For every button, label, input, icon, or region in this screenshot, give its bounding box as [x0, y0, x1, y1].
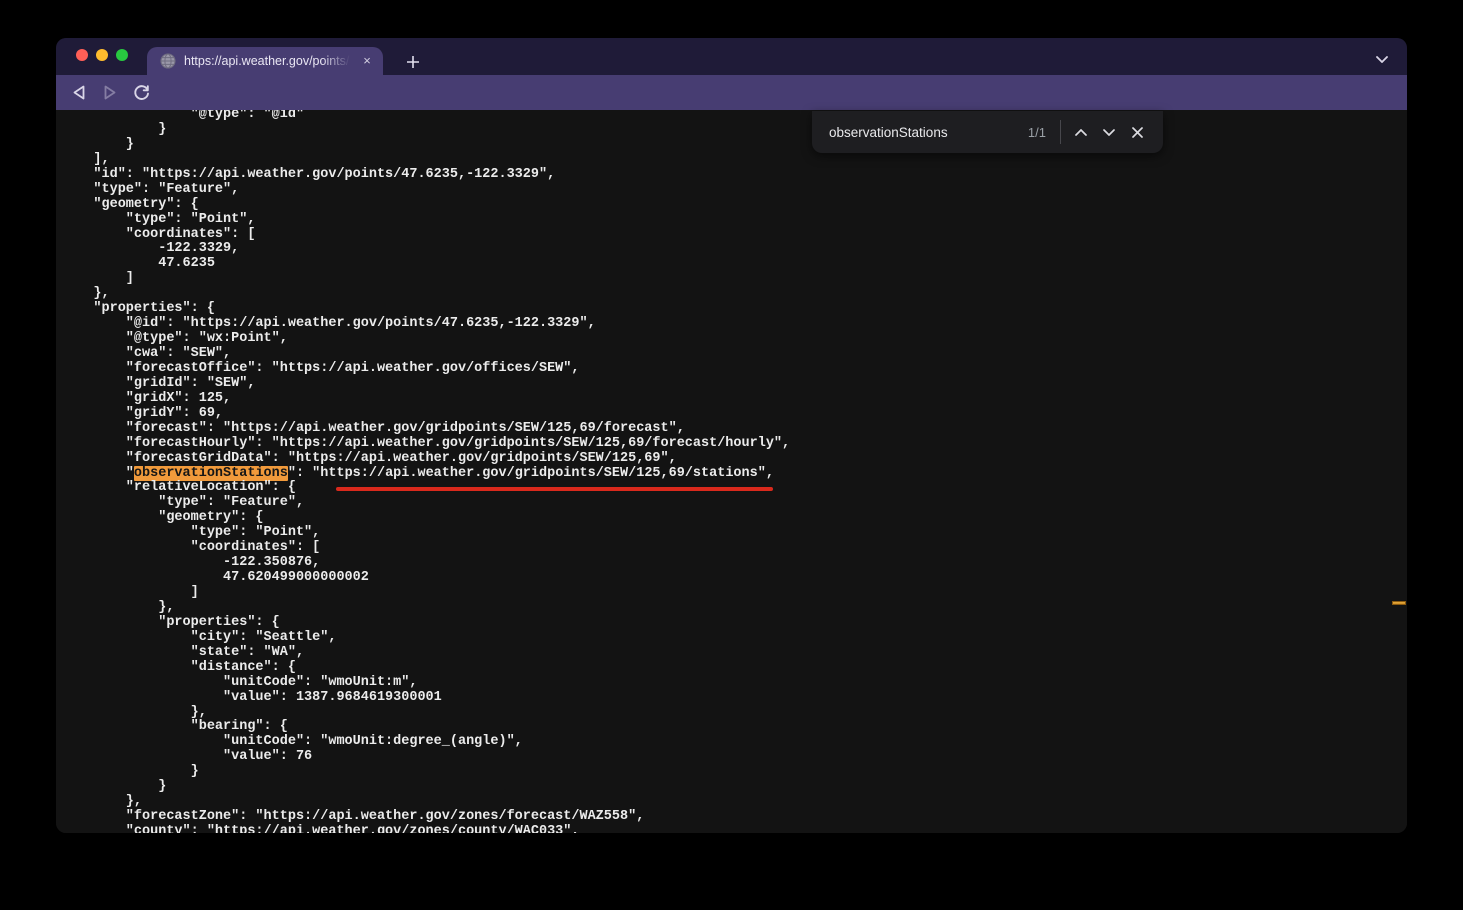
minimize-window-button[interactable]: [96, 49, 108, 61]
json-line: "distance": {: [61, 661, 1407, 676]
window-controls: [76, 49, 128, 61]
json-line: "coordinates": [: [61, 541, 1407, 556]
tab-title: https://api.weather.gov/points/47.6235,-…: [184, 54, 352, 68]
json-line: },: [61, 795, 1407, 810]
find-bar: observationStations 1/1: [812, 111, 1163, 153]
globe-favicon-icon: [160, 53, 176, 69]
json-line: -122.3329,: [61, 242, 1407, 257]
tab-strip: https://api.weather.gov/points/47.6235,-…: [56, 38, 1407, 75]
json-line: "id": "https://api.weather.gov/points/47…: [61, 168, 1407, 183]
json-line: "forecastOffice": "https://api.weather.g…: [61, 362, 1407, 377]
json-line: "type": "Point",: [61, 213, 1407, 228]
new-tab-button[interactable]: [401, 50, 425, 74]
json-line: }: [61, 780, 1407, 795]
json-line: "forecastHourly": "https://api.weather.g…: [61, 437, 1407, 452]
json-line: "unitCode": "wmoUnit:m",: [61, 676, 1407, 691]
json-line: }: [61, 123, 1407, 138]
forward-button[interactable]: [96, 79, 124, 107]
find-next-icon[interactable]: [1095, 118, 1123, 146]
json-line: "observationStations": "https://api.weat…: [61, 467, 1407, 482]
json-line: "properties": {: [61, 302, 1407, 317]
find-input[interactable]: observationStations: [829, 125, 1028, 140]
json-line: }: [61, 765, 1407, 780]
json-line: "geometry": {: [61, 198, 1407, 213]
json-line: },: [61, 601, 1407, 616]
back-button[interactable]: [65, 79, 93, 107]
scrollbar-find-marker: [1392, 601, 1406, 605]
json-line: "@id": "https://api.weather.gov/points/4…: [61, 317, 1407, 332]
json-line: "gridX": 125,: [61, 392, 1407, 407]
navigation-toolbar: api.weather.gov/points/47.6235,-122.3329: [56, 75, 1407, 110]
json-line: "city": "Seattle",: [61, 631, 1407, 646]
json-line: "value": 1387.9684619300001: [61, 691, 1407, 706]
json-line: "cwa": "SEW",: [61, 347, 1407, 362]
json-line: "@type": "@id": [61, 110, 1407, 123]
json-line: "forecast": "https://api.weather.gov/gri…: [61, 422, 1407, 437]
json-line: }: [61, 138, 1407, 153]
json-line: "forecastGridData": "https://api.weather…: [61, 452, 1407, 467]
tab-close-icon[interactable]: ×: [359, 53, 375, 69]
json-line: "type": "Point",: [61, 526, 1407, 541]
page-content: "@type": "@id" } } ], "id": "https://api…: [56, 110, 1407, 833]
close-window-button[interactable]: [76, 49, 88, 61]
find-match-count: 1/1: [1028, 125, 1046, 140]
json-line: "@type": "wx:Point",: [61, 332, 1407, 347]
json-line: "forecastZone": "https://api.weather.gov…: [61, 810, 1407, 825]
browser-tab[interactable]: https://api.weather.gov/points/47.6235,-…: [147, 47, 383, 75]
json-line: "coordinates": [: [61, 228, 1407, 243]
json-line: ]: [61, 586, 1407, 601]
json-line: "type": "Feature",: [61, 183, 1407, 198]
json-line: "gridId": "SEW",: [61, 377, 1407, 392]
json-line: 47.620499000000002: [61, 571, 1407, 586]
red-underline-annotation: [336, 487, 773, 491]
reload-button[interactable]: [127, 79, 155, 107]
json-content: "@type": "@id" } } ], "id": "https://api…: [56, 110, 1407, 833]
json-line: "properties": {: [61, 616, 1407, 631]
json-line: "unitCode": "wmoUnit:degree_(angle)",: [61, 735, 1407, 750]
json-line: "bearing": {: [61, 720, 1407, 735]
json-line: "geometry": {: [61, 511, 1407, 526]
json-line: "type": "Feature",: [61, 496, 1407, 511]
json-line: "value": 76: [61, 750, 1407, 765]
json-line: "county": "https://api.weather.gov/zones…: [61, 825, 1407, 833]
browser-window: https://api.weather.gov/points/47.6235,-…: [56, 38, 1407, 833]
tab-search-chevron-icon[interactable]: [1371, 49, 1393, 69]
find-previous-icon[interactable]: [1067, 118, 1095, 146]
json-line: 47.6235: [61, 257, 1407, 272]
json-line: "gridY": 69,: [61, 407, 1407, 422]
find-close-icon[interactable]: [1123, 118, 1151, 146]
find-match-highlight: observationStations: [134, 466, 288, 481]
findbar-divider: [1060, 120, 1061, 144]
json-line: },: [61, 287, 1407, 302]
json-line: -122.350876,: [61, 556, 1407, 571]
json-line: "state": "WA",: [61, 646, 1407, 661]
json-line: ],: [61, 153, 1407, 168]
json-line: },: [61, 706, 1407, 721]
json-line: ]: [61, 272, 1407, 287]
zoom-window-button[interactable]: [116, 49, 128, 61]
